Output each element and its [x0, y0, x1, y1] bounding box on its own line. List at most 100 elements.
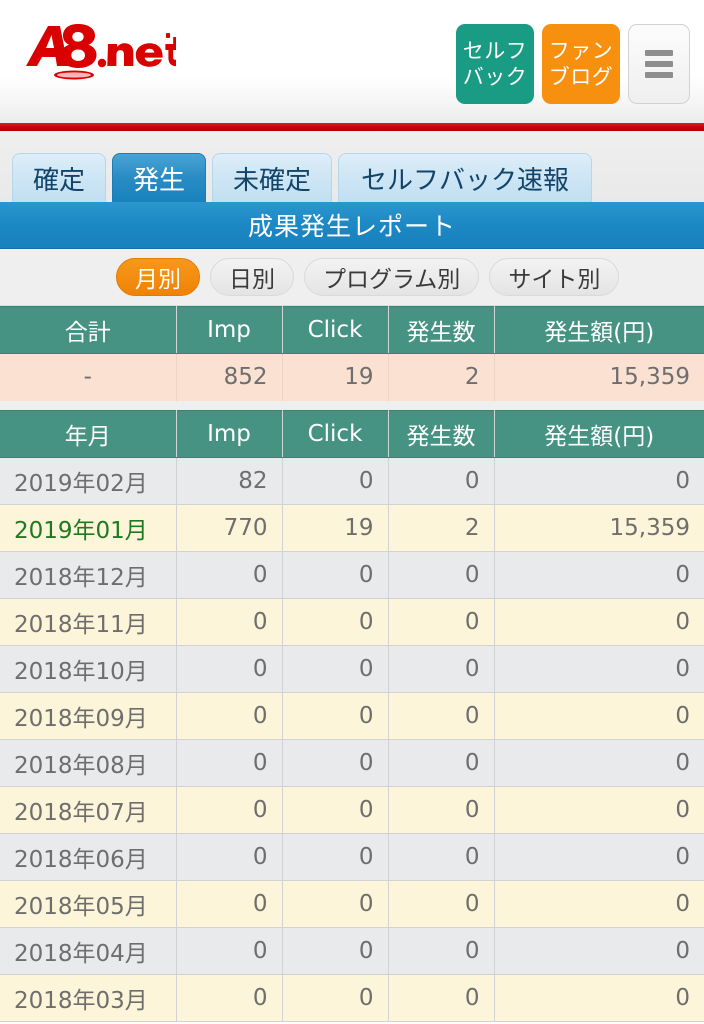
- tab-mikakutei-label: 未確定: [233, 166, 312, 196]
- hamburger-icon-bar-3: [645, 72, 673, 78]
- cell-count: 0: [388, 739, 495, 787]
- tab-selfback-sokuho[interactable]: セルフバック速報: [338, 153, 593, 202]
- cell-imp: 0: [176, 880, 283, 928]
- table-row: 2018年06月 0 0 0 0: [0, 833, 704, 881]
- fanblog-button-line1: ファン: [548, 38, 614, 63]
- table-row: 2018年05月 0 0 0 0: [0, 880, 704, 928]
- summary-header-count: 発生数: [388, 306, 495, 354]
- cell-amount: 0: [494, 974, 704, 1022]
- cell-count: 0: [388, 974, 495, 1022]
- filter-pill-monthly-label: 月別: [135, 267, 181, 293]
- cell-imp: 0: [176, 739, 283, 787]
- summary-total-row: - 852 19 2 15,359: [0, 353, 704, 401]
- cell-click: 0: [282, 645, 389, 693]
- filter-pill-by-site[interactable]: サイト別: [489, 258, 620, 296]
- cell-count: 0: [388, 786, 495, 834]
- cell-count: 0: [388, 927, 495, 975]
- filter-pill-monthly[interactable]: 月別: [116, 258, 200, 296]
- cell-click: 0: [282, 457, 389, 505]
- cell-count: 0: [388, 833, 495, 881]
- table-row: 2018年07月 0 0 0 0: [0, 786, 704, 834]
- cell-imp: 0: [176, 598, 283, 646]
- cell-count: 0: [388, 880, 495, 928]
- cell-imp: 770: [176, 504, 283, 552]
- table-row: 2019年02月 82 0 0 0: [0, 457, 704, 505]
- fanblog-button-line2: ブログ: [548, 65, 614, 89]
- table-row: 2018年08月 0 0 0 0: [0, 739, 704, 787]
- cell-amount: 0: [494, 692, 704, 740]
- yearmonth-link[interactable]: 2019年01月: [14, 518, 148, 544]
- cell-click: 0: [282, 551, 389, 599]
- monthly-report-body: 2019年02月 82 0 0 0 2019年01月 770 19 2 15,359 2018年12…: [0, 457, 704, 1022]
- summary-cell-amount: 15,359: [494, 353, 704, 401]
- summary-table: 合計 Imp Click 発生数 発生額(円) - 852 19 2 15,35…: [0, 306, 704, 401]
- detail-header-count: 発生数: [388, 409, 495, 458]
- cell-yearmonth: 2018年04月: [0, 927, 177, 975]
- cell-yearmonth: 2018年10月: [0, 645, 177, 693]
- tab-kakutei[interactable]: 確定: [12, 153, 107, 202]
- cell-amount: 0: [494, 927, 704, 975]
- hamburger-icon-bar-2: [645, 61, 673, 67]
- brand-divider: [0, 123, 704, 131]
- cell-yearmonth[interactable]: 2019年01月: [0, 504, 177, 552]
- cell-amount: 0: [494, 645, 704, 693]
- cell-imp: 0: [176, 692, 283, 740]
- cell-imp: 0: [176, 786, 283, 834]
- hamburger-menu-button[interactable]: [628, 24, 690, 104]
- filter-pill-by-program[interactable]: プログラム別: [304, 258, 480, 296]
- cell-amount: 0: [494, 598, 704, 646]
- tab-selfback-sokuho-label: セルフバック速報: [361, 166, 570, 196]
- cell-imp: 0: [176, 974, 283, 1022]
- selfback-button[interactable]: セルフ バック: [456, 24, 534, 104]
- summary-cell-click: 19: [282, 353, 389, 401]
- cell-click: 0: [282, 974, 389, 1022]
- summary-cell-imp: 852: [176, 353, 283, 401]
- cell-imp: 0: [176, 551, 283, 599]
- cell-count: 0: [388, 598, 495, 646]
- cell-amount: 0: [494, 880, 704, 928]
- hamburger-icon-bar-1: [645, 50, 673, 56]
- tab-hassei[interactable]: 発生: [112, 153, 207, 202]
- cell-yearmonth: 2018年09月: [0, 692, 177, 740]
- cell-click: 19: [282, 504, 389, 552]
- table-row: 2019年01月 770 19 2 15,359: [0, 504, 704, 552]
- table-row: 2018年04月 0 0 0 0: [0, 927, 704, 975]
- cell-yearmonth: 2018年07月: [0, 786, 177, 834]
- cell-click: 0: [282, 739, 389, 787]
- cell-imp: 82: [176, 457, 283, 505]
- a8net-logo[interactable]: [16, 20, 178, 82]
- cell-yearmonth: 2018年12月: [0, 551, 177, 599]
- cell-click: 0: [282, 833, 389, 881]
- site-header: セルフ バック ファン ブログ: [0, 0, 704, 123]
- cell-amount: 0: [494, 551, 704, 599]
- table-row: 2018年12月 0 0 0 0: [0, 551, 704, 599]
- summary-header-total: 合計: [0, 306, 177, 354]
- detail-header-amount: 発生額(円): [494, 409, 704, 458]
- detail-header-imp: Imp: [176, 409, 283, 458]
- a8net-logo-icon: [26, 24, 178, 80]
- detail-header-yearmonth: 年月: [0, 409, 177, 458]
- cell-yearmonth: 2018年06月: [0, 833, 177, 881]
- fanblog-button[interactable]: ファン ブログ: [542, 24, 620, 104]
- filter-pill-daily[interactable]: 日別: [210, 258, 294, 296]
- cell-imp: 0: [176, 833, 283, 881]
- tab-mikakutei[interactable]: 未確定: [212, 153, 333, 202]
- cell-click: 0: [282, 598, 389, 646]
- selfback-button-line2: バック: [462, 65, 528, 89]
- summary-header-amount: 発生額(円): [494, 306, 704, 354]
- summary-header-row: 合計 Imp Click 発生数 発生額(円): [0, 306, 704, 354]
- table-row: 2018年09月 0 0 0 0: [0, 692, 704, 740]
- filter-pill-by-program-label: プログラム別: [323, 267, 461, 293]
- tab-kakutei-label: 確定: [33, 166, 86, 196]
- table-row: 2018年10月 0 0 0 0: [0, 645, 704, 693]
- report-tabs: 確定 発生 未確定 セルフバック速報: [0, 131, 704, 202]
- breakdown-filter-group: 月別 日別 プログラム別 サイト別: [0, 249, 704, 306]
- cell-count: 0: [388, 551, 495, 599]
- cell-count: 0: [388, 692, 495, 740]
- page-title: 成果発生レポート: [0, 202, 704, 249]
- cell-click: 0: [282, 786, 389, 834]
- filter-pill-daily-label: 日別: [229, 267, 275, 293]
- cell-yearmonth: 2018年03月: [0, 974, 177, 1022]
- detail-header-click: Click: [282, 409, 389, 458]
- cell-count: 0: [388, 457, 495, 505]
